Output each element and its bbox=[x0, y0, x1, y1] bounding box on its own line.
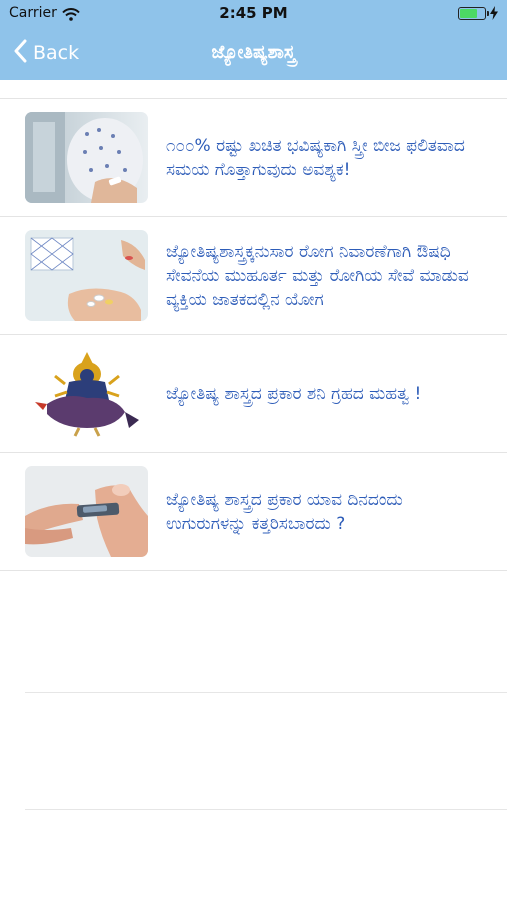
article-row[interactable]: ಜ್ಯೋತಿಷ್ಯ ಶಾಸ್ತ್ರದ ಪ್ರಕಾರ ಶನಿ ಗ್ರಹದ ಮಹತ್… bbox=[0, 334, 507, 452]
empty-row-separator bbox=[25, 692, 507, 693]
article-row[interactable]: ೧೦೦% ರಷ್ಟು ಖಚಿತ ಭವಿಷ್ಯಕಾಗಿ ಸ್ತ್ರೀ ಬೀಜ ಫಲ… bbox=[0, 98, 507, 216]
article-title: ಜ್ಯೋತಿಷ್ಯ ಶಾಸ್ತ್ರದ ಪ್ರಕಾರ ಶನಿ ಗ್ರಹದ ಮಹತ್… bbox=[166, 383, 422, 404]
article-row[interactable]: ಜ್ಯೋತಿಷ್ಯಶಾಸ್ತ್ರಕ್ಕನುಸಾರ ರೋಗ ನಿವಾರಣೆಗಾಗಿ… bbox=[0, 216, 507, 334]
navigation-bar: Carrier 2:45 PM Back ಜ್ಯೋತಿಷ್ಯಶಾಸ್ತ್ರ bbox=[0, 0, 507, 80]
status-bar: Carrier 2:45 PM bbox=[0, 0, 507, 28]
pregnant-woman-photo-icon bbox=[25, 112, 148, 203]
status-time: 2:45 PM bbox=[219, 4, 288, 22]
charging-bolt-icon bbox=[490, 5, 498, 24]
article-title: ಜ್ಯೋತಿಷ್ಯಶಾಸ್ತ್ರಕ್ಕನುಸಾರ ರೋಗ ನಿವಾರಣೆಗಾಗಿ… bbox=[166, 241, 469, 310]
article-row[interactable]: ಜ್ಯೋತಿಷ್ಯ ಶಾಸ್ತ್ರದ ಪ್ರಕಾರ ಯಾವ ದಿನದಂದು ಉಗ… bbox=[0, 452, 507, 571]
shani-deity-image-icon bbox=[25, 348, 148, 439]
medicine-pills-photo-icon bbox=[25, 230, 148, 321]
article-list: ೧೦೦% ರಷ್ಟು ಖಚಿತ ಭವಿಷ್ಯಕಾಗಿ ಸ್ತ್ರೀ ಬೀಜ ಫಲ… bbox=[0, 98, 507, 571]
article-title: ಜ್ಯೋತಿಷ್ಯ ಶಾಸ್ತ್ರದ ಪ್ರಕಾರ ಯಾವ ದಿನದಂದು ಉಗ… bbox=[166, 489, 403, 534]
page-title: ಜ್ಯೋತಿಷ್ಯಶಾಸ್ತ್ರ bbox=[211, 42, 296, 63]
battery-icon bbox=[458, 7, 489, 20]
nail-clipper-photo-icon bbox=[25, 466, 148, 557]
article-title: ೧೦೦% ರಷ್ಟು ಖಚಿತ ಭವಿಷ್ಯಕಾಗಿ ಸ್ತ್ರೀ ಬೀಜ ಫಲ… bbox=[166, 135, 465, 180]
empty-row-separator bbox=[25, 809, 507, 810]
